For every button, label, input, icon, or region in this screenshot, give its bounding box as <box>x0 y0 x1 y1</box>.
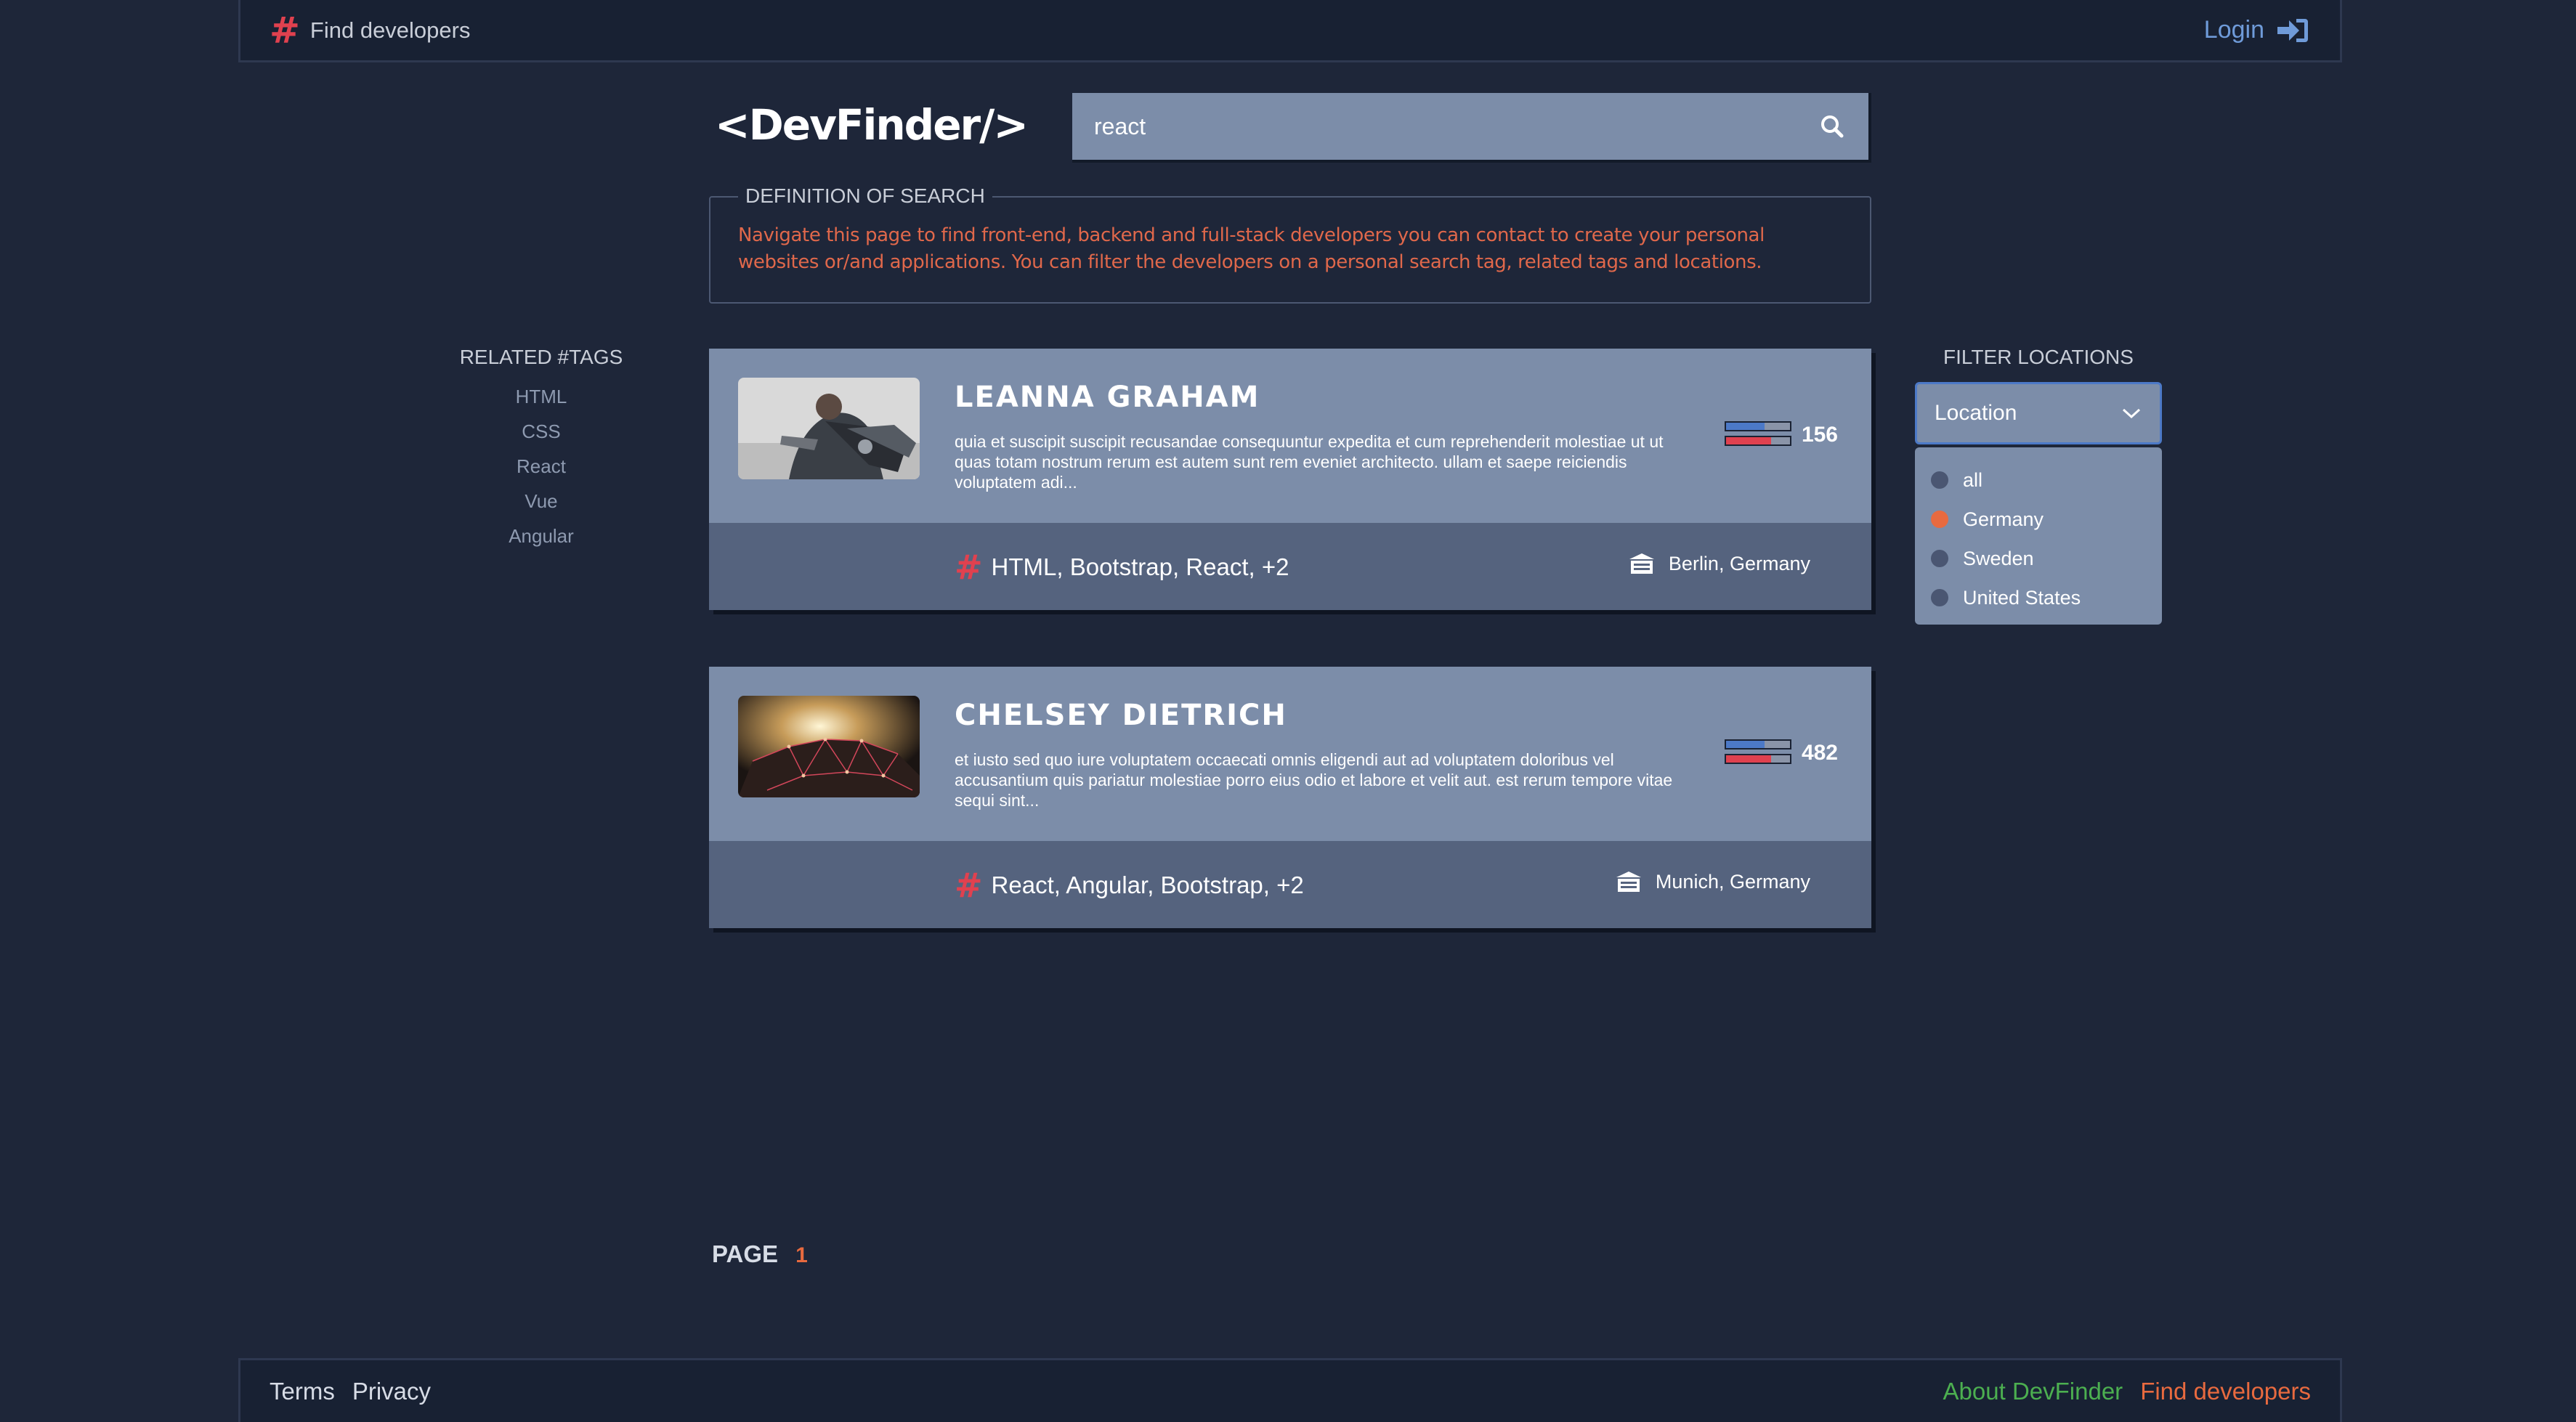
location-select-value: Location <box>1935 401 2017 425</box>
developer-tags: # HTML, Bootstrap, React, +2 <box>955 550 1289 584</box>
search-bar <box>1072 93 1871 163</box>
find-developers-link[interactable]: Find developers <box>2140 1378 2311 1405</box>
search-icon[interactable] <box>1818 112 1847 141</box>
developer-bio: et iusto sed quo iure voluptatem occaeca… <box>955 750 1673 810</box>
radio-dot-selected <box>1931 511 1948 528</box>
radio-dot <box>1931 471 1948 489</box>
definition-of-search: DEFINITION OF SEARCH Navigate this page … <box>709 184 1871 304</box>
tags-text: HTML, Bootstrap, React, +2 <box>991 553 1289 580</box>
card-footer: # HTML, Bootstrap, React, +2 Berlin, Ger… <box>709 523 1871 610</box>
location-text: Berlin, Germany <box>1668 552 1810 574</box>
related-tag-css[interactable]: CSS <box>450 414 632 449</box>
search-input[interactable] <box>1094 113 1818 140</box>
developer-tags: # React, Angular, Bootstrap, +2 <box>955 869 1304 902</box>
nav-brand[interactable]: # Find developers <box>270 12 470 49</box>
nav-find-developers-label[interactable]: Find developers <box>310 17 471 44</box>
radio-dot <box>1931 589 1948 606</box>
card-header: LEANNA GRAHAM quia et suscipit suscipit … <box>709 349 1871 523</box>
footer-right-links: About DevFinder Find developers <box>1943 1378 2311 1405</box>
rating-bars-icon <box>1724 421 1791 449</box>
related-tag-html[interactable]: HTML <box>450 379 632 414</box>
option-label: Germany <box>1963 508 2044 530</box>
about-devfinder-link[interactable]: About DevFinder <box>1943 1378 2123 1405</box>
developer-card[interactable]: LEANNA GRAHAM quia et suscipit suscipit … <box>709 349 1871 610</box>
location-option-all[interactable]: all <box>1931 460 2146 500</box>
rating-count: 156 <box>1801 423 1838 447</box>
option-label: United States <box>1963 586 2081 609</box>
location-option-united-states[interactable]: United States <box>1931 578 2146 617</box>
terms-link[interactable]: Terms <box>270 1378 335 1405</box>
hashtag-icon: # <box>270 9 300 52</box>
option-label: all <box>1963 468 1983 491</box>
related-tag-react[interactable]: React <box>450 449 632 484</box>
related-tag-vue[interactable]: Vue <box>450 484 632 519</box>
developer-rating: 156 <box>1724 421 1838 449</box>
rating-bars-icon <box>1724 739 1791 767</box>
location-select[interactable]: Location <box>1915 382 2162 444</box>
card-footer: # React, Angular, Bootstrap, +2 Munich, … <box>709 841 1871 928</box>
sign-in-icon <box>2277 18 2308 42</box>
location-option-sweden[interactable]: Sweden <box>1931 539 2146 578</box>
option-label: Sweden <box>1963 547 2034 569</box>
location-text: Munich, Germany <box>1655 870 1810 893</box>
developer-photo <box>738 696 920 797</box>
developer-photo <box>738 378 920 479</box>
related-tag-angular[interactable]: Angular <box>450 519 632 553</box>
building-icon <box>1629 553 1654 574</box>
developer-rating: 482 <box>1724 739 1838 767</box>
developer-location: Berlin, Germany <box>1628 552 1810 575</box>
developer-name[interactable]: LEANNA GRAHAM <box>955 381 1260 414</box>
footer-left-links: Terms Privacy <box>270 1378 431 1405</box>
developer-card[interactable]: CHELSEY DIETRICH et iusto sed quo iure v… <box>709 667 1871 928</box>
pagination: PAGE 1 <box>712 1240 808 1268</box>
devfinder-logo[interactable]: <DevFinder/> <box>715 100 1029 150</box>
privacy-link[interactable]: Privacy <box>352 1378 431 1405</box>
tags-text: React, Angular, Bootstrap, +2 <box>991 872 1304 898</box>
top-navbar: # Find developers Login <box>238 0 2342 62</box>
login-button[interactable]: Login <box>2204 16 2311 45</box>
definition-text: Navigate this page to find front-end, ba… <box>738 224 1765 273</box>
location-option-germany[interactable]: Germany <box>1931 500 2146 539</box>
login-label: Login <box>2203 16 2264 44</box>
hashtag-icon: # <box>955 866 983 905</box>
filter-locations-title: FILTER LOCATIONS <box>1943 346 2134 368</box>
developer-bio: quia et suscipit suscipit recusandae con… <box>955 432 1664 492</box>
hashtag-icon: # <box>955 548 983 587</box>
footer: Terms Privacy About DevFinder Find devel… <box>238 1358 2342 1422</box>
chevron-down-icon <box>2122 408 2141 419</box>
definition-legend: DEFINITION OF SEARCH <box>738 184 992 208</box>
radio-dot <box>1931 550 1948 567</box>
location-options: all Germany Sweden United States <box>1915 447 2162 625</box>
related-tags-panel: RELATED #TAGS HTML CSS React Vue Angular <box>450 346 632 553</box>
page-label: PAGE <box>712 1240 779 1267</box>
related-tags-title: RELATED #TAGS <box>459 346 623 368</box>
building-icon <box>1616 872 1641 892</box>
developer-name[interactable]: CHELSEY DIETRICH <box>955 699 1287 732</box>
filter-locations-panel: FILTER LOCATIONS Location all Germany Sw… <box>1915 346 2162 625</box>
page-number-1[interactable]: 1 <box>795 1243 808 1268</box>
developer-location: Munich, Germany <box>1615 870 1810 893</box>
card-header: CHELSEY DIETRICH et iusto sed quo iure v… <box>709 667 1871 841</box>
rating-count: 482 <box>1801 741 1838 765</box>
